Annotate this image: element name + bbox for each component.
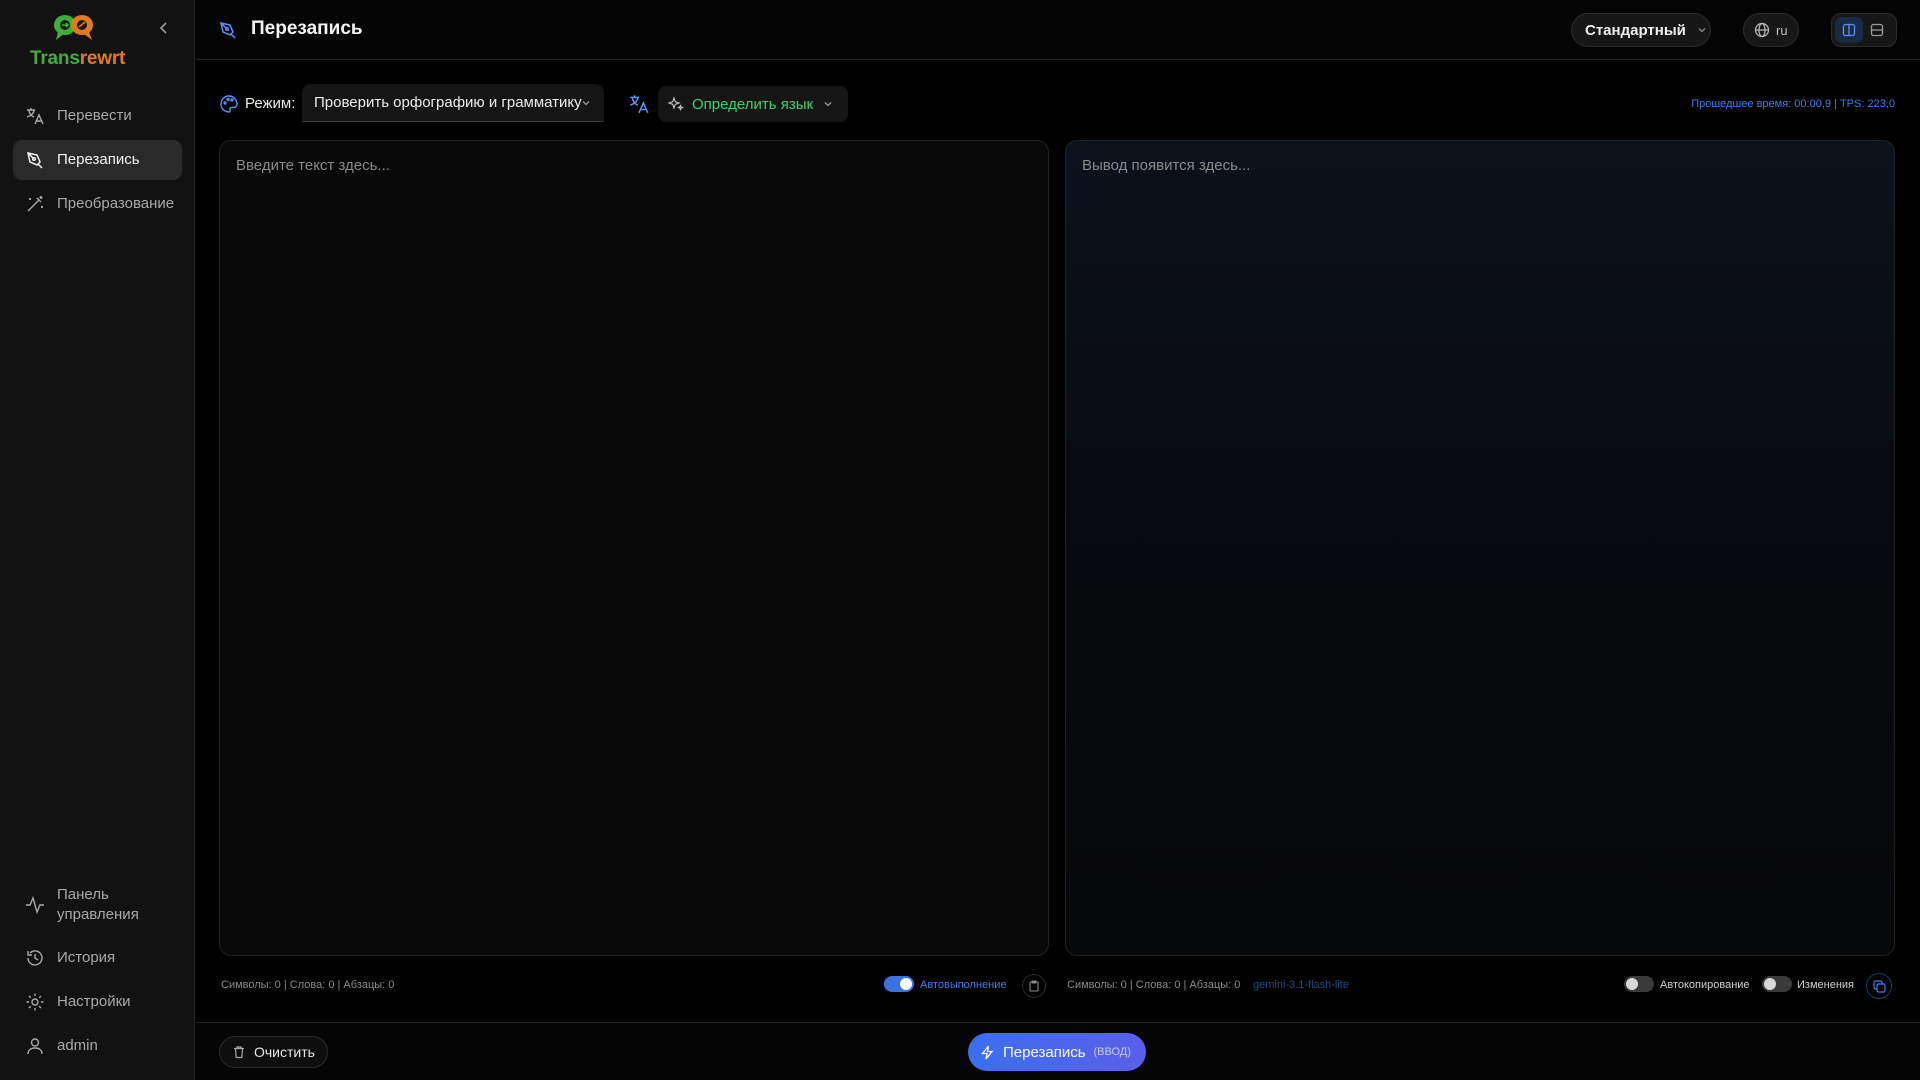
layout-columns-button[interactable] — [1835, 17, 1863, 43]
preset-label: Стандартный — [1585, 21, 1686, 39]
sparkles-icon — [668, 96, 684, 112]
toggle-knob — [1626, 978, 1638, 990]
autocopy-label: Автокопирование — [1660, 979, 1750, 991]
mode-value: Проверить орфографию и грамматику — [314, 94, 582, 111]
trash-icon — [234, 1046, 244, 1059]
copy-icon — [1872, 979, 1886, 993]
clear-button[interactable]: Очистить — [219, 1036, 328, 1068]
autocopy-toggle[interactable] — [1624, 976, 1654, 992]
sidebar-item-label: Преобразование — [57, 195, 175, 212]
input-placeholder: Введите текст здесь... — [236, 157, 390, 174]
input-stats: Символы: 0 | Слова: 0 | Абзацы: 0 — [221, 979, 395, 991]
chevron-down-icon — [582, 101, 590, 106]
input-textarea[interactable]: Введите текст здесь... — [219, 140, 1049, 956]
sidebar-item-label: admin — [57, 1037, 98, 1054]
copy-output-button[interactable] — [1866, 973, 1892, 999]
language-button[interactable]: ru — [1743, 13, 1799, 47]
chevron-down-icon — [824, 102, 832, 107]
output-panel[interactable]: Вывод появится здесь... — [1065, 140, 1895, 956]
columns-icon — [1842, 23, 1856, 37]
logo-text: Transrewrt — [30, 48, 126, 69]
layout-toggle — [1831, 13, 1897, 47]
logo-icon — [54, 15, 93, 40]
chevron-down-icon — [1698, 28, 1706, 33]
translate-icon — [26, 108, 44, 125]
toggle-knob — [900, 978, 912, 990]
rewrite-button[interactable]: Перезапись (ВВОД) — [968, 1033, 1146, 1071]
pen-nib-icon — [27, 152, 43, 169]
elapsed-time: Прошедшее время: 00:00,9 | TPS: 223,0 — [1691, 98, 1895, 110]
activity-icon — [26, 895, 44, 915]
lightning-icon — [981, 1045, 994, 1059]
language-label: ru — [1776, 22, 1788, 38]
clipboard-icon — [1029, 980, 1039, 992]
gear-icon — [26, 993, 44, 1011]
sidebar-item-label: История — [57, 949, 116, 966]
sidebar-item-settings[interactable]: Настройки — [13, 982, 182, 1022]
rewrite-shortcut: (ВВОД) — [1093, 1046, 1131, 1058]
sidebar-item-user[interactable]: admin — [13, 1026, 182, 1066]
output-stats: Символы: 0 | Слова: 0 | Абзацы: 0 — [1067, 979, 1241, 991]
autorun-toggle[interactable] — [884, 976, 914, 992]
rows-icon — [1870, 23, 1884, 37]
toggle-knob — [1764, 978, 1776, 990]
page-title: Перезапись — [251, 18, 363, 39]
mode-select[interactable]: Проверить орфографию и грамматику — [302, 84, 604, 122]
output-placeholder: Вывод появится здесь... — [1082, 157, 1251, 174]
sidebar: Transrewrt Перевести Перезапись Преобраз… — [0, 0, 195, 1080]
translate-icon — [629, 95, 649, 114]
palette-icon — [220, 95, 238, 113]
model-name: gemini-3.1-flash-lite — [1253, 979, 1349, 991]
preset-dropdown[interactable]: Стандартный — [1571, 13, 1711, 47]
sidebar-item-transform[interactable]: Преобразование — [13, 184, 182, 224]
sidebar-item-label: Перевести — [57, 107, 132, 124]
history-icon — [27, 950, 43, 966]
user-icon — [27, 1038, 43, 1055]
pen-nib-icon — [220, 22, 236, 39]
globe-icon — [1754, 22, 1770, 38]
changes-toggle[interactable] — [1762, 976, 1792, 992]
detect-language-label: Определить язык — [692, 95, 814, 113]
clear-label: Очистить — [254, 1044, 315, 1060]
paste-button[interactable] — [1022, 974, 1046, 998]
rewrite-label: Перезапись — [1003, 1043, 1086, 1061]
top-bar: Перезапись Стандартный ru — [196, 0, 1920, 60]
collapse-sidebar-icon[interactable] — [156, 20, 172, 36]
app-logo[interactable]: Transrewrt — [30, 12, 150, 72]
sidebar-item-label: Перезапись — [57, 151, 140, 168]
magic-wand-icon — [27, 196, 43, 212]
sidebar-item-translate[interactable]: Перевести — [13, 96, 182, 136]
layout-rows-button[interactable] — [1863, 17, 1891, 43]
sidebar-item-dashboard[interactable]: Панель управления — [13, 884, 182, 926]
changes-label: Изменения — [1797, 979, 1854, 991]
detect-language-dropdown[interactable]: Определить язык — [658, 86, 848, 122]
mode-label: Режим: — [245, 95, 296, 112]
autorun-label: Автовыполнение — [920, 979, 1007, 991]
sidebar-item-history[interactable]: История — [13, 938, 182, 978]
sidebar-item-label: Панель управления — [57, 886, 139, 923]
sidebar-item-label: Настройки — [57, 993, 131, 1010]
sidebar-item-rewrite[interactable]: Перезапись — [13, 140, 182, 180]
